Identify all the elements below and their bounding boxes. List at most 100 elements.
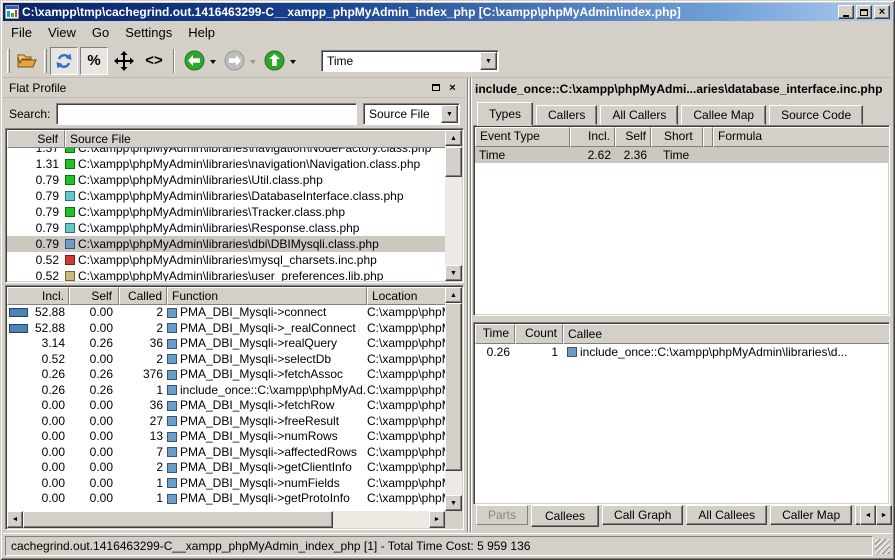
menu-item[interactable]: View <box>40 23 84 42</box>
maximize-button[interactable] <box>856 5 872 19</box>
detail-tab[interactable]: Types <box>477 102 533 126</box>
bottom-tab[interactable]: Callees <box>531 505 599 527</box>
column-header-callee[interactable]: Callee <box>563 324 890 344</box>
column-header-short[interactable]: Short <box>651 127 703 147</box>
dock-title-bar[interactable]: Flat Profile × <box>3 78 466 98</box>
table-row[interactable]: 0.52 C:\xampp\phpMyAdmin\libraries\mysql… <box>7 252 447 268</box>
scroll-up-button[interactable]: ▲ <box>445 287 462 303</box>
table-row[interactable]: 3.14 0.26 36 PMA_DBI_Mysqli->realQuery C… <box>7 336 447 352</box>
table-row[interactable]: 0.26 0.26 376 PMA_DBI_Mysqli->fetchAssoc… <box>7 367 447 383</box>
toolbar-handle[interactable] <box>44 49 47 73</box>
bottom-tab[interactable]: All Callees <box>686 505 767 525</box>
panel-splitter[interactable] <box>466 78 473 532</box>
forward-dropdown-caret[interactable] <box>250 60 256 67</box>
up-dropdown-caret[interactable] <box>290 60 296 67</box>
resize-grip[interactable] <box>875 539 890 554</box>
expand-collapse-button[interactable]: <> <box>140 47 168 75</box>
table-row[interactable]: 0.79 C:\xampp\phpMyAdmin\libraries\Util.… <box>7 172 447 188</box>
table-row[interactable]: 0.00 0.00 27 PMA_DBI_Mysqli->freeResult … <box>7 414 447 430</box>
menu-item[interactable]: Go <box>84 23 117 42</box>
chevron-down-icon[interactable]: ▼ <box>480 52 497 70</box>
bottom-tab[interactable]: Parts <box>476 505 528 525</box>
self-cost-cell: 0.26 <box>69 383 119 399</box>
table-row[interactable]: 0.79 C:\xampp\phpMyAdmin\libraries\Datab… <box>7 188 447 204</box>
table-row[interactable]: 0.26 0.26 1 include_once::C:\xampp\phpMy… <box>7 383 447 399</box>
vertical-scrollbar[interactable]: ▲ ▼ <box>445 287 462 511</box>
table-row[interactable]: 0.79 C:\xampp\phpMyAdmin\libraries\dbi\D… <box>7 236 447 252</box>
column-header-time[interactable]: Time <box>475 324 515 344</box>
menu-item[interactable]: Settings <box>117 23 180 42</box>
column-header-source-file[interactable]: Source File <box>65 130 447 148</box>
chevron-down-icon[interactable]: ▼ <box>441 105 458 123</box>
table-row[interactable]: 52.88 0.00 2 PMA_DBI_Mysqli->_realConnec… <box>7 321 447 337</box>
table-row[interactable]: Time 2.62 2.36 Time <box>475 147 890 163</box>
column-header-self[interactable]: Self <box>7 130 65 148</box>
table-row[interactable]: 0.52 C:\xampp\phpMyAdmin\libraries\user_… <box>7 268 447 281</box>
scroll-down-button[interactable]: ▼ <box>445 265 462 281</box>
column-header-formula[interactable]: Formula <box>713 127 890 147</box>
column-header-incl[interactable]: Incl. <box>7 287 69 305</box>
minimize-button[interactable] <box>838 5 854 19</box>
table-row[interactable]: 1.37 C:\xampp\phpMyAdmin\libraries\navig… <box>7 148 447 156</box>
table-row[interactable]: 0.00 0.00 36 PMA_DBI_Mysqli->fetchRow C:… <box>7 398 447 414</box>
menu-item[interactable]: File <box>3 23 40 42</box>
column-header-self[interactable]: Self <box>69 287 119 305</box>
table-row[interactable]: 0.26 1 include_once::C:\xampp\phpMyAdmin… <box>475 344 890 360</box>
status-bar: cachegrind.out.1416463299-C__xampp_phpMy… <box>3 533 892 557</box>
up-button[interactable] <box>260 47 288 75</box>
detail-tab[interactable]: Callers <box>536 105 597 125</box>
scrollbar-thumb[interactable] <box>23 511 333 528</box>
group-by-combobox[interactable]: Source File ▼ <box>363 103 460 125</box>
bottom-tab[interactable]: Call Graph <box>602 505 683 525</box>
table-row[interactable]: 0.00 0.00 2 PMA_DBI_Mysqli->getClientInf… <box>7 460 447 476</box>
detail-tab[interactable]: All Callers <box>600 105 678 125</box>
detail-tab[interactable]: Callee Map <box>681 105 766 125</box>
move-button[interactable] <box>110 47 138 75</box>
incl-cost-cell: 0.00 <box>7 398 69 414</box>
table-row[interactable]: 1.31 C:\xampp\phpMyAdmin\libraries\navig… <box>7 156 447 172</box>
refresh-button[interactable] <box>50 47 78 75</box>
scroll-right-button[interactable]: ► <box>429 511 445 528</box>
table-row[interactable]: 0.00 0.00 13 PMA_DBI_Mysqli->numRows C:\… <box>7 429 447 445</box>
column-header-function[interactable]: Function <box>167 287 367 305</box>
percent-toggle-button[interactable]: % <box>80 47 108 75</box>
table-row[interactable]: 0.00 0.00 1 PMA_DBI_Mysqli->getProtoInfo… <box>7 491 447 507</box>
tab-scroll-left-button[interactable]: ◄ <box>860 505 876 525</box>
dock-close-button[interactable]: × <box>445 81 460 95</box>
scroll-up-button[interactable]: ▲ <box>445 130 462 146</box>
detail-tab[interactable]: Source Code <box>769 105 863 125</box>
table-row[interactable]: 52.88 0.00 2 PMA_DBI_Mysqli->connect C:\… <box>7 305 447 321</box>
scroll-left-button[interactable]: ◄ <box>7 511 23 528</box>
horizontal-scrollbar[interactable]: ◄ ► <box>7 511 445 528</box>
open-file-button[interactable] <box>13 47 41 75</box>
table-row[interactable]: 0.00 0.00 1 PMA_DBI_Mysqli->numFields C:… <box>7 476 447 492</box>
table-row[interactable]: 0.00 0.00 7 PMA_DBI_Mysqli->affectedRows… <box>7 445 447 461</box>
scrollbar-thumb[interactable] <box>445 147 462 177</box>
bottom-tab[interactable]: Caller Map <box>770 505 852 525</box>
forward-button[interactable] <box>220 47 248 75</box>
column-header-event-type[interactable]: Event Type <box>475 127 570 147</box>
toolbar-handle[interactable] <box>7 49 10 73</box>
table-row[interactable]: 0.79 C:\xampp\phpMyAdmin\libraries\Respo… <box>7 220 447 236</box>
table-row[interactable]: 0.52 0.00 2 PMA_DBI_Mysqli->selectDb C:\… <box>7 352 447 368</box>
table-row[interactable]: 0.79 C:\xampp\phpMyAdmin\libraries\Track… <box>7 204 447 220</box>
close-button[interactable]: × <box>874 5 890 19</box>
location-cell: C:\xampp\phpMy... <box>367 352 447 368</box>
event-type-combobox[interactable]: Time ▼ <box>321 50 499 72</box>
title-bar[interactable]: C:\xampp\tmp\cachegrind.out.1416463299-C… <box>3 3 892 21</box>
column-header-incl[interactable]: Incl. <box>570 127 615 147</box>
file-cell: C:\xampp\phpMyAdmin\libraries\Response.c… <box>65 220 447 236</box>
scroll-down-button[interactable]: ▼ <box>445 495 462 511</box>
vertical-scrollbar[interactable]: ▲ ▼ <box>445 130 462 281</box>
column-header-self[interactable]: Self <box>615 127 651 147</box>
column-header-called[interactable]: Called <box>119 287 167 305</box>
back-button[interactable] <box>180 47 208 75</box>
scrollbar-thumb[interactable] <box>445 303 462 471</box>
back-dropdown-caret[interactable] <box>210 60 216 67</box>
column-header-location[interactable]: Location <box>367 287 447 305</box>
search-input[interactable] <box>56 103 357 125</box>
column-header-count[interactable]: Count <box>515 324 563 344</box>
menu-item[interactable]: Help <box>180 23 223 42</box>
dock-float-button[interactable] <box>428 81 443 95</box>
tab-scroll-right-button[interactable]: ► <box>876 505 892 525</box>
